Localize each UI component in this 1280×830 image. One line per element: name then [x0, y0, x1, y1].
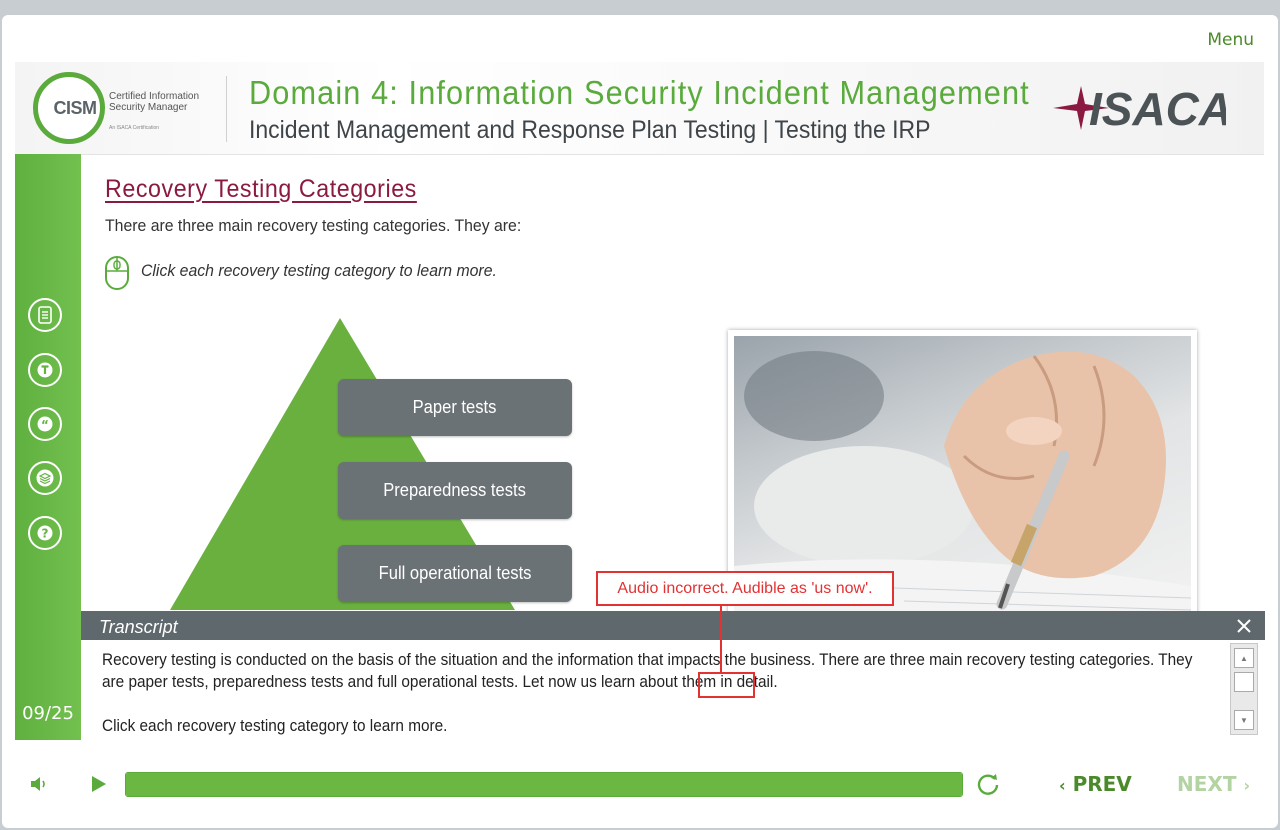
transcript-scrollbar[interactable]: ▲ ▼	[1230, 643, 1258, 735]
cism-logo: CISM	[33, 72, 105, 144]
prev-label: PREV	[1072, 772, 1132, 796]
qa-annotation-highlight	[698, 672, 755, 698]
menu-link[interactable]: Menu	[1207, 30, 1254, 50]
replay-button[interactable]	[975, 771, 1001, 802]
tier-label: Full operational tests	[378, 563, 532, 583]
mouse-icon	[104, 255, 130, 296]
content-intro: There are three main recovery testing ca…	[105, 216, 522, 235]
tier-full-operational-tests[interactable]: Full operational tests	[338, 545, 572, 602]
scroll-up-button[interactable]: ▲	[1234, 648, 1254, 668]
chevron-left-icon: ‹	[1059, 776, 1066, 795]
chevron-up-icon: ▲	[1240, 653, 1248, 663]
quote-icon: “	[37, 416, 53, 432]
glossary-button[interactable]: “	[28, 407, 62, 441]
scroll-thumb[interactable]	[1234, 672, 1254, 692]
next-button[interactable]: NEXT ›	[1177, 772, 1250, 796]
slide-counter: 09/25	[22, 703, 74, 724]
instruction-text: Click each recovery testing category to …	[141, 261, 497, 280]
transcript-title: Transcript	[99, 617, 178, 637]
cism-caption-line3: An ISACA Certification	[109, 125, 160, 131]
qa-annotation-note: Audio incorrect. Audible as 'us now'.	[596, 571, 894, 606]
help-icon: ?	[37, 525, 53, 541]
notes-icon	[38, 306, 52, 324]
tier-paper-tests[interactable]: Paper tests	[338, 379, 572, 436]
chevron-down-icon: ▼	[1240, 715, 1248, 725]
play-button[interactable]	[90, 774, 108, 799]
scroll-down-button[interactable]: ▼	[1234, 710, 1254, 730]
svg-text:?: ?	[42, 527, 49, 541]
isaca-logo-text: ISACA	[1089, 83, 1226, 132]
layers-icon	[36, 469, 54, 487]
tier-label: Preparedness tests	[383, 480, 527, 500]
volume-button[interactable]	[29, 774, 49, 799]
transcript-body: Recovery testing is conducted on the bas…	[102, 649, 1202, 739]
transcript-paragraph: Recovery testing is conducted on the bas…	[102, 651, 1193, 691]
player-controls: ‹ PREV NEXT ›	[15, 756, 1264, 812]
cism-logo-caption: Certified Information Security Manager	[109, 91, 219, 113]
header-banner: CISM Certified Information Security Mana…	[15, 62, 1264, 155]
topic-subtitle: Incident Management and Response Plan Te…	[249, 116, 931, 144]
play-icon	[92, 776, 106, 792]
transcript-close-button[interactable]	[1237, 613, 1251, 639]
cism-caption-line1: Certified Information	[109, 91, 200, 102]
tier-label: Paper tests	[413, 397, 497, 417]
prev-button[interactable]: ‹ PREV	[1059, 772, 1132, 796]
transcript-paragraph: Click each recovery testing category to …	[102, 717, 448, 735]
text-icon	[37, 362, 53, 378]
domain-title: Domain 4: Information Security Incident …	[249, 74, 1030, 111]
transcript-panel: Transcript Recovery testing is conducted…	[81, 611, 1265, 740]
progress-fill	[126, 773, 962, 796]
sidebar: “ ? 09/25	[15, 154, 81, 740]
close-icon	[1237, 619, 1251, 633]
content-title: Recovery Testing Categories	[105, 175, 417, 203]
progress-bar[interactable]	[125, 772, 963, 797]
next-label: NEXT	[1177, 772, 1237, 796]
isaca-logo: ISACA	[1051, 82, 1232, 137]
speaker-icon	[31, 777, 45, 791]
svg-text:“: “	[41, 418, 49, 432]
resources-button[interactable]	[28, 461, 62, 495]
transcript-header: Transcript	[81, 611, 1265, 640]
banner-divider	[226, 76, 227, 142]
replay-icon	[977, 774, 999, 795]
chevron-right-icon: ›	[1243, 776, 1251, 795]
cism-logo-text: CISM	[53, 95, 97, 121]
qa-annotation-pointer	[720, 604, 722, 674]
text-button[interactable]	[28, 353, 62, 387]
help-button[interactable]: ?	[28, 516, 62, 550]
tier-preparedness-tests[interactable]: Preparedness tests	[338, 462, 572, 519]
cism-caption-line2: Security Manager	[109, 102, 188, 113]
notes-button[interactable]	[28, 298, 62, 332]
